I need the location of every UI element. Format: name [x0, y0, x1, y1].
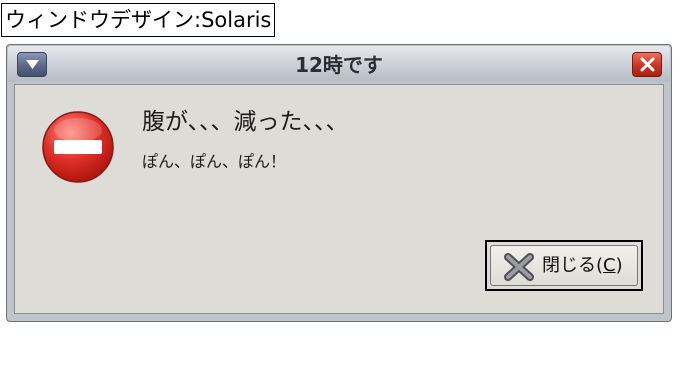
window-close-button[interactable] [632, 52, 662, 77]
x-icon [504, 253, 534, 281]
dialog-detail: ぽん、ぽん、ぽん！ [142, 152, 287, 171]
close-icon [640, 57, 655, 72]
close-dialog-button-face: 閉じる(C) [490, 245, 638, 286]
close-dialog-button-label: 閉じる(C) [542, 255, 623, 276]
dialog-content: 腹が、、、減った、、、 ぽん、ぽん、ぽん！ 閉じる(C) [14, 84, 664, 314]
dialog-window: 12時です 腹が、、、減った、、、 ぽん、ぽん、ぽん！ 閉じる(C) [6, 44, 672, 322]
dialog-message: 腹が、、、減った、、、 [142, 109, 349, 135]
window-title: 12時です [295, 53, 383, 77]
stop-icon [42, 111, 114, 183]
close-dialog-button[interactable]: 閉じる(C) [485, 240, 643, 291]
caption-label: ウィンドウデザイン:Solaris [1, 3, 276, 37]
title-bar[interactable]: 12時です [8, 46, 670, 82]
